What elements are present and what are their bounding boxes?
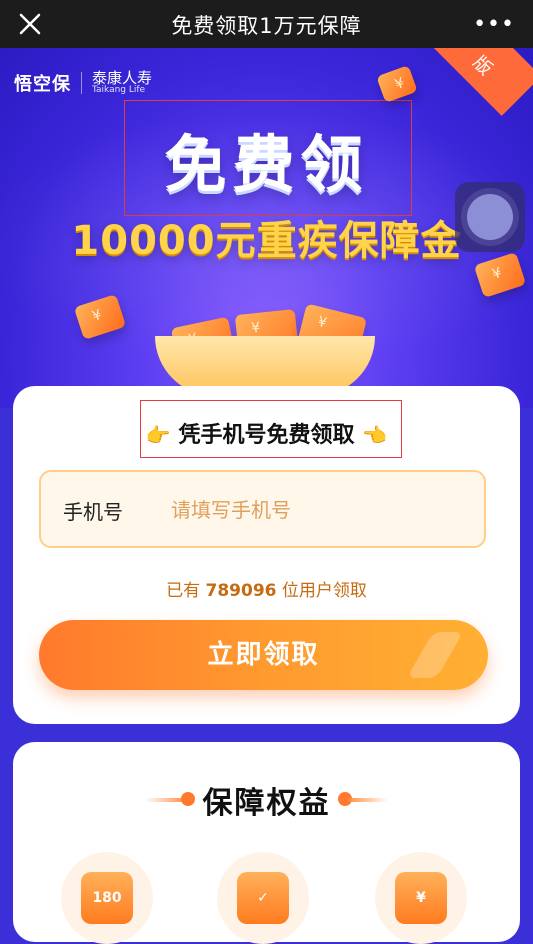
phone-field: 手机号 (39, 470, 486, 548)
calendar-180-icon: 180 (81, 872, 133, 924)
ribbon-text: 版 (468, 52, 497, 80)
more-horizontal-icon: ••• (473, 12, 515, 37)
button-shine (406, 632, 464, 678)
hero-banner: 版 悟空保 泰康人寿 Taikang Life 免费领 10000元重疾保障金 (0, 48, 533, 408)
page-title: 免费领取1万元保障 (171, 14, 362, 38)
claim-now-button[interactable]: 立即领取 (39, 620, 488, 690)
benefit-item-card[interactable]: ¥ (375, 852, 467, 944)
benefit-item-calendar[interactable]: 180 (61, 852, 153, 944)
hero-subtitle: 10000元重疾保障金 (71, 218, 462, 264)
heading-decoration-right (348, 798, 388, 802)
annotation-box-heading (140, 400, 402, 458)
top-navigation-bar: 免费领取1万元保障 ••• (0, 0, 533, 48)
count-prefix: 已有 (166, 581, 201, 601)
phone-label: 手机号 (63, 500, 123, 524)
phone-input[interactable] (169, 488, 463, 532)
shield-check-icon: ✓ (237, 872, 289, 924)
benefits-card: 保障权益 180 ✓ ¥ (13, 742, 520, 944)
taikang-logo-cn: 泰康人寿 (92, 69, 153, 87)
user-count: 已有 789096 位用户领取 (13, 576, 520, 601)
logo-separator (81, 72, 82, 94)
benefit-item-shield[interactable]: ✓ (217, 852, 309, 944)
annotation-box-title (124, 100, 412, 216)
assistive-touch-icon (467, 194, 513, 240)
count-number: 789096 (205, 581, 277, 601)
card-yuan-icon: ¥ (395, 872, 447, 924)
brand-logos: 悟空保 泰康人寿 Taikang Life (14, 70, 152, 96)
taikang-logo-en: Taikang Life (92, 85, 146, 95)
signup-card: 👉 凭手机号免费领取 👈 手机号 已有 789096 位用户领取 立即领取 (13, 386, 520, 724)
claim-now-label: 立即领取 (207, 640, 320, 670)
benefits-heading: 保障权益 (202, 786, 331, 821)
count-suffix: 位用户领取 (281, 581, 367, 601)
taikang-logo: 泰康人寿 Taikang Life (92, 71, 152, 95)
floating-assistive-button[interactable] (455, 182, 525, 252)
more-options-button[interactable]: ••• (473, 12, 515, 37)
wukongbao-logo: 悟空保 (14, 74, 71, 95)
